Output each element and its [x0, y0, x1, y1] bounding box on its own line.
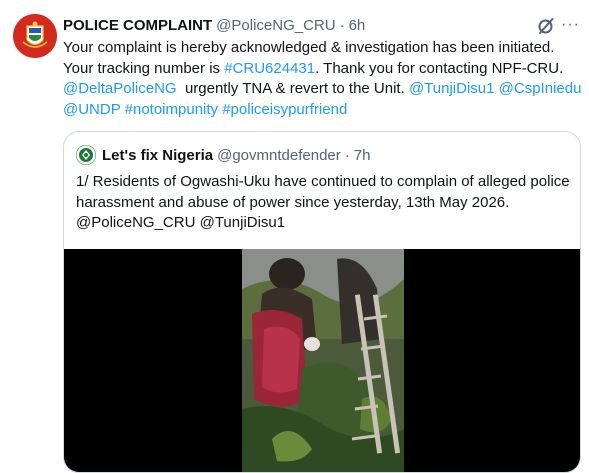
police-badge-icon — [13, 14, 57, 58]
hashtag-link[interactable]: #CRU624431 — [224, 60, 315, 77]
hashtag-link[interactable]: #notoimpunity — [125, 101, 218, 118]
tweet[interactable]: POLICE COMPLAINT @PoliceNG_CRU · 6h ··· … — [0, 0, 589, 473]
display-name[interactable]: POLICE COMPLAINT — [63, 17, 212, 34]
grok-icon[interactable] — [536, 16, 556, 36]
more-icon[interactable]: ··· — [561, 15, 583, 35]
quote-header: Let's fix Nigeria @govmntdefender · 7h — [102, 145, 370, 165]
avatar[interactable] — [13, 14, 57, 58]
quote-display-name[interactable]: Let's fix Nigeria — [102, 147, 213, 164]
hashtag-link[interactable]: #policeisypurfriend — [222, 101, 347, 118]
quote-user-handle[interactable]: @govmntdefender — [217, 147, 341, 164]
separator-dot: · — [344, 146, 350, 164]
separator-dot: · — [339, 16, 345, 34]
tweet-text: Your complaint is hereby acknowledged & … — [63, 38, 585, 120]
video-player[interactable] — [64, 249, 580, 472]
quoted-tweet[interactable]: Let's fix Nigeria @govmntdefender · 7h 1… — [63, 131, 581, 473]
mention-link[interactable]: @DeltaPoliceNG — [63, 80, 177, 97]
user-handle[interactable]: @PoliceNG_CRU — [216, 17, 335, 34]
mention-link[interactable]: @UNDP — [63, 101, 120, 118]
video-thumbnail — [242, 249, 404, 472]
quote-avatar[interactable] — [76, 145, 96, 165]
quote-timestamp[interactable]: 7h — [354, 147, 371, 164]
tweet-text-segment: . Thank you for contacting NPF-CRU. — [315, 59, 564, 77]
timestamp[interactable]: 6h — [349, 17, 366, 34]
quote-text: 1/ Residents of Ogwashi-Uku have continu… — [76, 173, 570, 231]
tweet-text-segment: urgently TNA & revert to the Unit. — [176, 80, 409, 97]
tweet-header: POLICE COMPLAINT @PoliceNG_CRU · 6h — [63, 14, 365, 36]
mention-link[interactable]: @CspIniedu — [499, 80, 582, 97]
mention-link[interactable]: @TunjiDisu1 — [409, 80, 495, 97]
nigeria-emblem-icon — [76, 145, 96, 165]
